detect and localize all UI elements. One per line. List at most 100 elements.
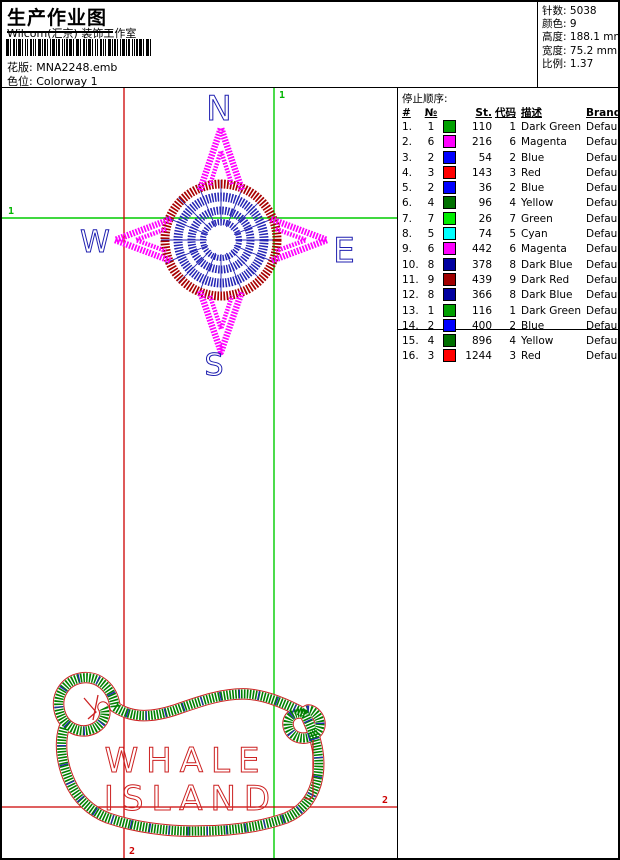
stop-seq: 14.	[402, 319, 419, 332]
stop-code: 8	[509, 289, 516, 302]
stop-code: 1	[509, 121, 516, 133]
start-marker-left: 1	[8, 206, 14, 217]
stop-desc: Red	[521, 350, 541, 363]
stitch-count-row: 针数: 5038	[542, 5, 597, 17]
color-swatch	[442, 257, 456, 271]
stop-needle: 8	[427, 258, 435, 271]
stop-brand: Default	[586, 350, 620, 363]
colorway-value: Colorway 1	[36, 75, 98, 88]
stop-needle: 4	[427, 197, 435, 210]
stop-table-header: # № St. 代码 描述 Brand 元素	[402, 107, 620, 120]
stop-brand: Default	[586, 258, 620, 271]
stop-seq: 8.	[402, 228, 413, 241]
stop-table-body: 1. 1 110 1 Dark Green Default 2. 6 216 6…	[402, 120, 620, 365]
stop-seq: 16.	[402, 350, 419, 363]
end-marker-right: 2	[382, 795, 388, 806]
stop-row: 13. 1 116 1 Dark Green Default	[402, 303, 620, 319]
stop-needle: 3	[427, 166, 435, 179]
stop-code: 2	[509, 319, 516, 332]
stop-stitches: 143	[471, 166, 492, 179]
color-swatch	[442, 303, 456, 317]
stop-brand: Default	[586, 197, 620, 210]
stop-stitches: 896	[471, 335, 492, 348]
stop-seq: 3.	[402, 151, 413, 164]
stop-brand: Default	[586, 121, 620, 133]
stop-seq: 7.	[402, 212, 413, 225]
color-count-row: 颜色: 9	[542, 18, 577, 31]
stop-desc: Blue	[521, 319, 545, 332]
stop-code: 2	[509, 151, 516, 164]
stop-stitches: 366	[471, 289, 492, 302]
stop-stitches: 439	[471, 273, 492, 286]
compass-letter-e: E	[333, 231, 354, 271]
stop-seq: 1.	[402, 121, 413, 133]
stop-desc: Red	[521, 166, 541, 179]
stop-brand: Default	[586, 228, 620, 241]
stop-needle: 6	[427, 243, 435, 256]
stop-code: 1	[509, 304, 516, 317]
side-panel: 停止顺序: # № St. 代码 描述 Brand 元素	[398, 88, 620, 858]
col-desc: 描述	[521, 107, 542, 119]
design-canvas: 1 1 2 2 N W E S WHALE ISLAND	[2, 88, 398, 858]
start-marker-top: 1	[279, 90, 285, 101]
color-swatch	[442, 242, 456, 256]
color-swatch	[442, 334, 456, 348]
stop-seq: 4.	[402, 166, 413, 179]
color-swatch	[442, 349, 456, 363]
worksheet-header: 生产作业图 Wilcom(汇京) 装饰工作室 花版: MNA2248.emb 色…	[2, 2, 620, 88]
stop-seq: 2.	[402, 136, 413, 149]
stop-needle: 3	[427, 350, 435, 363]
stop-seq: 13.	[402, 304, 419, 317]
stop-row: 9. 6 442 6 Magenta Default	[402, 242, 620, 257]
stop-code: 3	[509, 166, 516, 179]
banner-text-line2: ISLAND	[104, 779, 278, 819]
color-swatch	[442, 150, 456, 164]
stop-desc: Dark Blue	[521, 258, 573, 271]
stop-desc: Dark Green	[521, 121, 582, 133]
stop-stitches: 116	[471, 304, 492, 317]
stop-needle: 2	[427, 182, 435, 195]
stop-code: 6	[509, 136, 516, 149]
stop-brand: Default	[586, 243, 620, 256]
embroidery-design: 1 1 2 2 N W E S WHALE ISLAND	[2, 88, 397, 858]
stop-desc: Dark Blue	[521, 289, 573, 302]
stop-sequence-section: 停止顺序: # № St. 代码 描述 Brand 元素	[398, 88, 620, 363]
stop-desc: Blue	[521, 182, 545, 195]
stop-row: 7. 7 26 7 Green Default	[402, 211, 620, 227]
stop-brand: Default	[586, 304, 620, 317]
stop-needle: 7	[427, 212, 435, 225]
color-swatch	[442, 318, 456, 332]
stop-needle: 6	[427, 136, 435, 149]
stop-needle: 1	[427, 304, 435, 317]
stop-stitches: 54	[478, 151, 492, 164]
stop-desc: Dark Green	[521, 304, 582, 317]
color-swatch	[442, 196, 456, 210]
stop-row: 8. 5 74 5 Cyan Default	[402, 227, 620, 242]
stop-row: 10. 8 378 8 Dark Blue Default	[402, 257, 620, 273]
stop-row: 14. 2 400 2 Blue Default	[402, 318, 620, 334]
col-seq: #	[402, 107, 411, 119]
stop-needle: 4	[427, 335, 435, 348]
stop-desc: Blue	[521, 151, 545, 164]
stop-stitches: 400	[471, 319, 492, 332]
stop-seq: 10.	[402, 258, 419, 271]
stop-seq: 12.	[402, 289, 419, 302]
col-code: 代码	[495, 107, 516, 119]
color-swatch	[442, 120, 456, 133]
stop-desc: Yellow	[521, 335, 554, 348]
stop-stitches: 96	[478, 197, 492, 210]
banner-scroll: WHALE ISLAND	[59, 678, 320, 832]
color-swatch	[442, 135, 456, 149]
stop-code: 4	[509, 197, 516, 210]
stop-desc: Magenta	[521, 243, 567, 256]
color-swatch	[442, 272, 456, 286]
stop-needle: 2	[427, 151, 435, 164]
stop-stitches: 378	[471, 258, 492, 271]
stop-row: 11. 9 439 9 Dark Red Default	[402, 272, 620, 288]
stop-needle: 1	[427, 121, 435, 133]
stop-row: 12. 8 366 8 Dark Blue Default	[402, 288, 620, 303]
stop-desc: Green	[521, 212, 553, 225]
stop-stitches: 1244	[465, 350, 492, 363]
width-row: 宽度: 75.2 mm	[542, 44, 618, 57]
col-needle: №	[424, 107, 438, 119]
